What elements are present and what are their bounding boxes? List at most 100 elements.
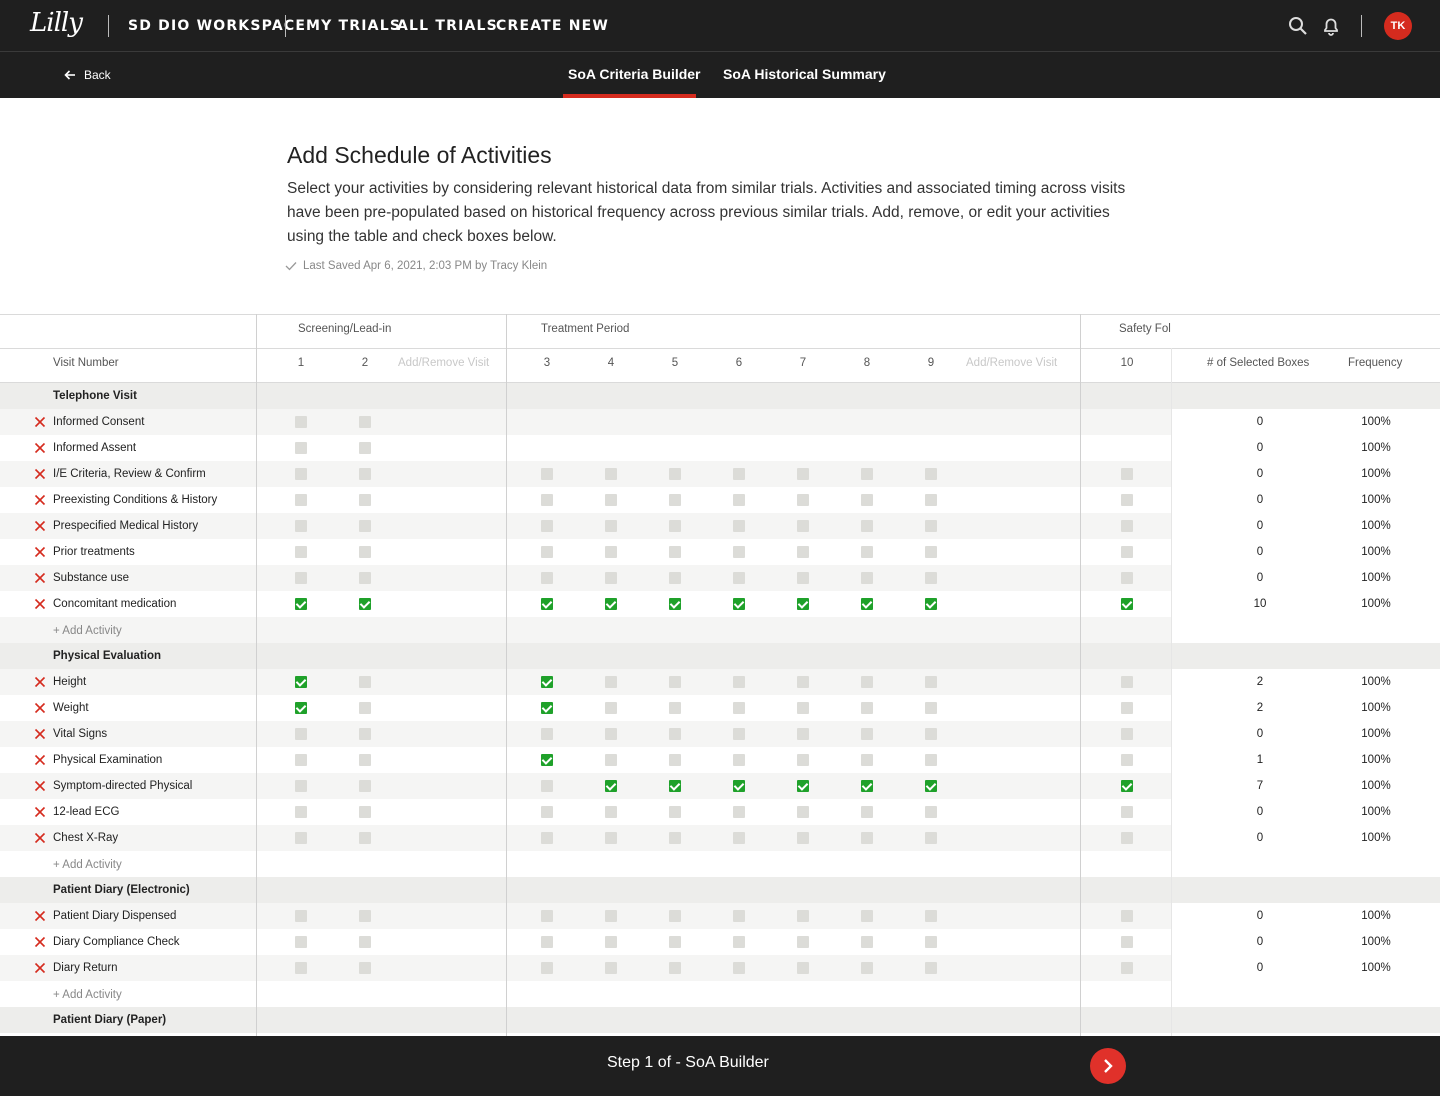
visit-checkbox[interactable] bbox=[925, 468, 937, 480]
visit-checkbox[interactable] bbox=[733, 468, 745, 480]
visit-checkbox[interactable] bbox=[1121, 676, 1133, 688]
visit-checkbox[interactable] bbox=[1121, 572, 1133, 584]
visit-checkbox[interactable] bbox=[797, 910, 809, 922]
visit-checkbox[interactable] bbox=[733, 702, 745, 714]
remove-activity-icon[interactable] bbox=[34, 910, 46, 922]
visit-checkbox[interactable] bbox=[359, 780, 371, 792]
visit-checkbox[interactable] bbox=[541, 494, 553, 506]
visit-checkbox[interactable] bbox=[925, 520, 937, 532]
visit-checkbox[interactable] bbox=[541, 546, 553, 558]
visit-checkbox[interactable] bbox=[669, 468, 681, 480]
bell-icon[interactable] bbox=[1320, 15, 1342, 37]
visit-checkbox[interactable] bbox=[359, 728, 371, 740]
visit-checkbox[interactable] bbox=[861, 546, 873, 558]
visit-checkbox[interactable] bbox=[1121, 754, 1133, 766]
add-activity-link[interactable]: + Add Activity bbox=[53, 989, 122, 1001]
visit-checkbox[interactable] bbox=[605, 780, 617, 792]
visit-checkbox[interactable] bbox=[669, 572, 681, 584]
add-remove-visit-screening[interactable]: Add/Remove Visit bbox=[398, 357, 489, 369]
visit-checkbox[interactable] bbox=[861, 572, 873, 584]
workspace-title[interactable]: SD DIO WORKSPACE bbox=[128, 18, 306, 34]
visit-checkbox[interactable] bbox=[925, 546, 937, 558]
visit-checkbox[interactable] bbox=[1121, 520, 1133, 532]
visit-checkbox[interactable] bbox=[797, 728, 809, 740]
visit-checkbox[interactable] bbox=[295, 494, 307, 506]
visit-checkbox[interactable] bbox=[605, 520, 617, 532]
visit-checkbox[interactable] bbox=[295, 728, 307, 740]
visit-checkbox[interactable] bbox=[605, 702, 617, 714]
visit-checkbox[interactable] bbox=[669, 494, 681, 506]
visit-checkbox[interactable] bbox=[605, 598, 617, 610]
visit-checkbox[interactable] bbox=[925, 676, 937, 688]
visit-checkbox[interactable] bbox=[541, 702, 553, 714]
visit-checkbox[interactable] bbox=[861, 494, 873, 506]
visit-checkbox[interactable] bbox=[359, 494, 371, 506]
visit-checkbox[interactable] bbox=[1121, 936, 1133, 948]
remove-activity-icon[interactable] bbox=[34, 520, 46, 532]
visit-checkbox[interactable] bbox=[861, 832, 873, 844]
visit-checkbox[interactable] bbox=[605, 936, 617, 948]
visit-checkbox[interactable] bbox=[1121, 910, 1133, 922]
visit-checkbox[interactable] bbox=[541, 728, 553, 740]
visit-checkbox[interactable] bbox=[605, 806, 617, 818]
avatar[interactable]: TK bbox=[1384, 12, 1412, 40]
visit-checkbox[interactable] bbox=[797, 572, 809, 584]
remove-activity-icon[interactable] bbox=[34, 416, 46, 428]
visit-checkbox[interactable] bbox=[295, 832, 307, 844]
visit-checkbox[interactable] bbox=[797, 936, 809, 948]
visit-checkbox[interactable] bbox=[541, 806, 553, 818]
visit-checkbox[interactable] bbox=[295, 780, 307, 792]
visit-checkbox[interactable] bbox=[733, 936, 745, 948]
visit-checkbox[interactable] bbox=[797, 806, 809, 818]
visit-checkbox[interactable] bbox=[295, 416, 307, 428]
visit-checkbox[interactable] bbox=[1121, 494, 1133, 506]
visit-checkbox[interactable] bbox=[605, 754, 617, 766]
remove-activity-icon[interactable] bbox=[34, 806, 46, 818]
visit-checkbox[interactable] bbox=[359, 910, 371, 922]
visit-checkbox[interactable] bbox=[797, 962, 809, 974]
visit-checkbox[interactable] bbox=[733, 728, 745, 740]
remove-activity-icon[interactable] bbox=[34, 468, 46, 480]
remove-activity-icon[interactable] bbox=[34, 494, 46, 506]
visit-checkbox[interactable] bbox=[925, 806, 937, 818]
visit-checkbox[interactable] bbox=[669, 598, 681, 610]
visit-checkbox[interactable] bbox=[541, 936, 553, 948]
visit-checkbox[interactable] bbox=[733, 780, 745, 792]
visit-checkbox[interactable] bbox=[861, 676, 873, 688]
visit-checkbox[interactable] bbox=[541, 598, 553, 610]
remove-activity-icon[interactable] bbox=[34, 962, 46, 974]
remove-activity-icon[interactable] bbox=[34, 442, 46, 454]
visit-checkbox[interactable] bbox=[605, 572, 617, 584]
visit-checkbox[interactable] bbox=[861, 936, 873, 948]
visit-checkbox[interactable] bbox=[733, 754, 745, 766]
visit-checkbox[interactable] bbox=[797, 468, 809, 480]
visit-checkbox[interactable] bbox=[861, 702, 873, 714]
visit-checkbox[interactable] bbox=[295, 936, 307, 948]
next-step-button[interactable] bbox=[1090, 1048, 1126, 1084]
visit-checkbox[interactable] bbox=[541, 676, 553, 688]
visit-checkbox[interactable] bbox=[359, 754, 371, 766]
remove-activity-icon[interactable] bbox=[34, 598, 46, 610]
visit-checkbox[interactable] bbox=[359, 676, 371, 688]
visit-checkbox[interactable] bbox=[669, 780, 681, 792]
visit-checkbox[interactable] bbox=[295, 754, 307, 766]
remove-activity-icon[interactable] bbox=[34, 832, 46, 844]
visit-checkbox[interactable] bbox=[733, 572, 745, 584]
visit-checkbox[interactable] bbox=[359, 442, 371, 454]
visit-checkbox[interactable] bbox=[733, 962, 745, 974]
remove-activity-icon[interactable] bbox=[34, 676, 46, 688]
visit-checkbox[interactable] bbox=[925, 494, 937, 506]
visit-checkbox[interactable] bbox=[541, 468, 553, 480]
visit-checkbox[interactable] bbox=[541, 780, 553, 792]
visit-checkbox[interactable] bbox=[295, 572, 307, 584]
search-icon[interactable] bbox=[1287, 15, 1309, 37]
visit-checkbox[interactable] bbox=[1121, 962, 1133, 974]
visit-checkbox[interactable] bbox=[925, 962, 937, 974]
visit-checkbox[interactable] bbox=[733, 598, 745, 610]
visit-checkbox[interactable] bbox=[733, 676, 745, 688]
nav-my-trials[interactable]: MY TRIALS bbox=[306, 18, 401, 34]
visit-checkbox[interactable] bbox=[797, 754, 809, 766]
visit-checkbox[interactable] bbox=[669, 728, 681, 740]
visit-checkbox[interactable] bbox=[295, 546, 307, 558]
visit-checkbox[interactable] bbox=[797, 780, 809, 792]
